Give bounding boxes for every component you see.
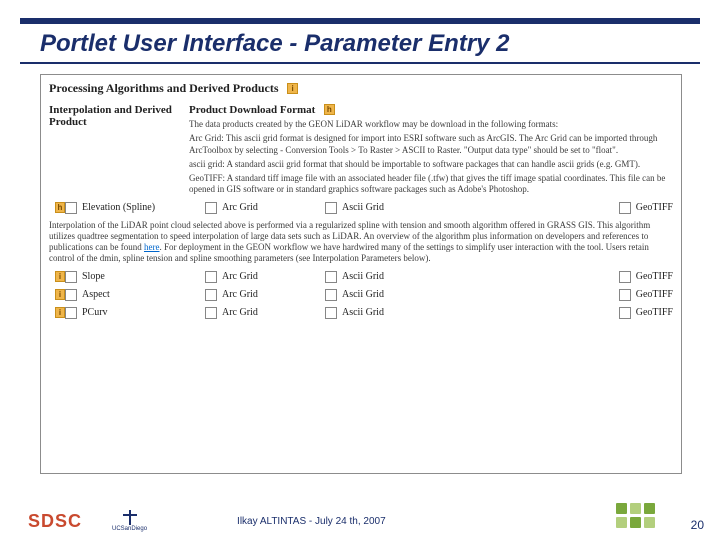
info-icon[interactable]: i — [287, 83, 298, 94]
checkbox-elevation[interactable] — [65, 202, 77, 214]
checkbox-pcurv[interactable] — [65, 307, 77, 319]
interp-heading: Interpolation and Derived Product — [49, 104, 189, 128]
interp-description: Interpolation of the LiDAR point cloud s… — [49, 220, 673, 265]
label-geotiff: GeoTIFF — [636, 271, 673, 282]
label-pcurv: PCurv — [82, 307, 108, 318]
trident-icon — [121, 510, 139, 525]
checkbox-geotiff[interactable] — [619, 289, 631, 301]
headings-row: Interpolation and Derived Product Produc… — [49, 104, 673, 196]
checkbox-geotiff[interactable] — [619, 307, 631, 319]
product-row-elevation: h Elevation (Spline) Arc Grid Ascii Grid… — [49, 202, 673, 214]
section-heading-row: Processing Algorithms and Derived Produc… — [49, 81, 673, 96]
product-row-pcurv: i PCurv Arc Grid Ascii Grid GeoTIFF — [49, 307, 673, 319]
label-arc: Arc Grid — [222, 289, 258, 300]
logo-square — [616, 517, 627, 528]
info-icon[interactable]: i — [55, 307, 65, 318]
info-icon[interactable]: i — [55, 271, 65, 282]
checkbox-arc[interactable] — [205, 307, 217, 319]
help-icon[interactable]: h — [324, 104, 335, 115]
sdsc-logo: SDSC — [28, 511, 82, 532]
label-arc: Arc Grid — [222, 271, 258, 282]
label-arc: Arc Grid — [222, 307, 258, 318]
checkbox-ascii[interactable] — [325, 307, 337, 319]
label-elevation: Elevation (Spline) — [82, 202, 155, 213]
checkbox-geotiff[interactable] — [619, 202, 631, 214]
green-logo — [616, 503, 660, 528]
logo-square — [616, 503, 627, 514]
logo-square — [644, 503, 655, 514]
checkbox-geotiff[interactable] — [619, 271, 631, 283]
label-slope: Slope — [82, 271, 105, 282]
logo-square — [644, 517, 655, 528]
logo-square — [630, 517, 641, 528]
label-ascii: Ascii Grid — [342, 202, 384, 213]
title-underline — [20, 62, 700, 64]
checkbox-arc[interactable] — [205, 271, 217, 283]
ascii-grid-desc: ascii grid: A standard ascii grid format… — [189, 159, 673, 170]
presenter-text: Ilkay ALTINTAS - July 24 th, 2007 — [237, 516, 386, 527]
top-rule — [20, 18, 700, 24]
checkbox-ascii[interactable] — [325, 289, 337, 301]
checkbox-arc[interactable] — [205, 289, 217, 301]
here-link[interactable]: here — [144, 242, 160, 252]
section-heading: Processing Algorithms and Derived Produc… — [49, 81, 279, 95]
product-row-aspect: i Aspect Arc Grid Ascii Grid GeoTIFF — [49, 289, 673, 301]
label-aspect: Aspect — [82, 289, 110, 300]
label-geotiff: GeoTIFF — [636, 307, 673, 318]
label-arc: Arc Grid — [222, 202, 258, 213]
label-ascii: Ascii Grid — [342, 271, 384, 282]
info-icon[interactable]: i — [55, 289, 65, 300]
label-ascii: Ascii Grid — [342, 289, 384, 300]
label-geotiff: GeoTIFF — [636, 202, 673, 213]
logo-square — [630, 503, 641, 514]
checkbox-ascii[interactable] — [325, 271, 337, 283]
product-row-slope: i Slope Arc Grid Ascii Grid GeoTIFF — [49, 271, 673, 283]
portlet-frame: Processing Algorithms and Derived Produc… — [40, 74, 682, 474]
help-icon[interactable]: h — [55, 202, 65, 213]
intro-text: The data products created by the GEON Li… — [189, 119, 673, 130]
label-ascii: Ascii Grid — [342, 307, 384, 318]
checkbox-arc[interactable] — [205, 202, 217, 214]
footer: SDSC UCSanDiego Ilkay ALTINTAS - July 24… — [0, 510, 720, 532]
format-heading: Product Download Format — [189, 104, 315, 116]
checkbox-ascii[interactable] — [325, 202, 337, 214]
ucsd-logo: UCSanDiego — [112, 510, 147, 532]
ucsd-text: UCSanDiego — [112, 526, 147, 532]
checkbox-aspect[interactable] — [65, 289, 77, 301]
checkbox-slope[interactable] — [65, 271, 77, 283]
geotiff-desc: GeoTIFF: A standard tiff image file with… — [189, 173, 673, 196]
page-number: 20 — [691, 518, 704, 532]
slide-title: Portlet User Interface - Parameter Entry… — [40, 30, 696, 58]
label-geotiff: GeoTIFF — [636, 289, 673, 300]
arc-grid-desc: Arc Grid: This ascii grid format is desi… — [189, 133, 673, 156]
